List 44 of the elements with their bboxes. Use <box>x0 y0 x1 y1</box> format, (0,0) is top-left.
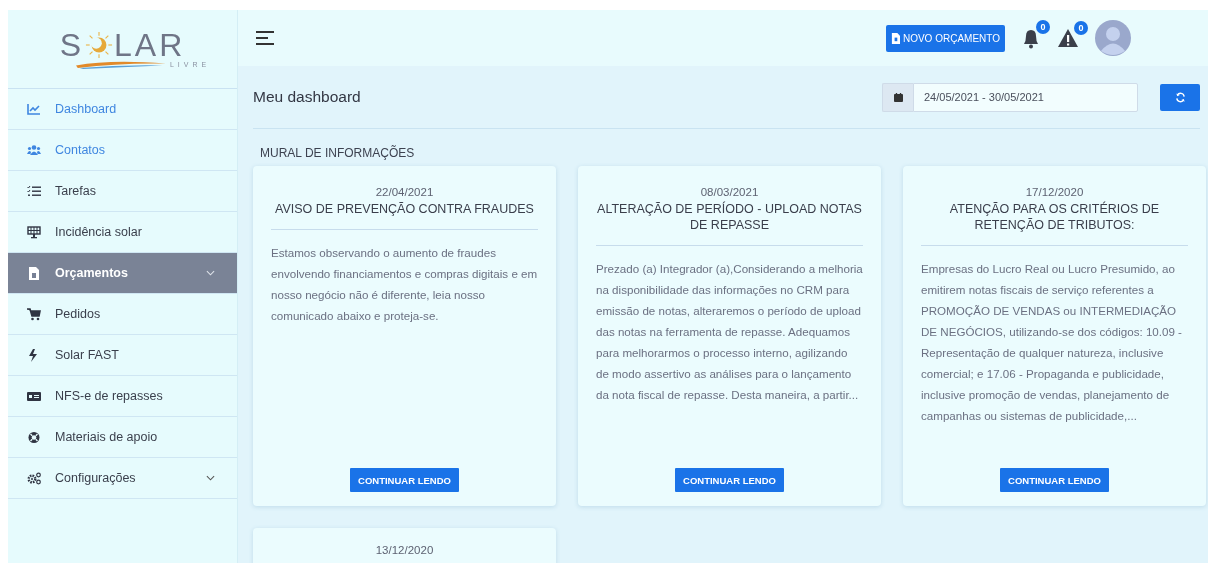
page-title: Meu dashboard <box>253 88 362 106</box>
document-icon <box>27 266 41 280</box>
date-range-field[interactable]: 24/05/2021 - 30/05/2021 <box>913 82 1138 112</box>
section-title: MURAL DE INFORMAÇÕES <box>260 146 416 160</box>
sidebar-item[interactable]: Solar FAST <box>8 335 237 376</box>
count-badge: 0 <box>1074 21 1088 35</box>
card-title: ATENÇÃO PARA OS CRITÉRIOS DE RETENÇÃO DE TRIBUTOS: <box>948 201 1161 233</box>
card-date: 17/12/2020 <box>1025 186 1084 198</box>
refresh-icon <box>1174 91 1186 103</box>
sidebar-item[interactable]: NFS-e de repasses <box>8 376 237 417</box>
solar-panel-icon <box>27 225 41 239</box>
sidebar-item[interactable]: Pedidos <box>8 294 237 335</box>
continue-reading-button[interactable]: CONTINUAR LENDO <box>350 468 459 492</box>
users-icon <box>27 143 41 157</box>
card-text: Prezado (a) Integrador (a),Considerando a melhoria na disponibilidade das informações no CRM para emissão de notas, alteraremos o período de upload das notas na ferramenta de repasse. Adequamos para melhorarmos o processo interno, agilizando de modo assertivo as análises para o lançamento da nota fiscal de repasse. Desta maneira, a partir... <box>596 261 863 403</box>
cart-icon <box>27 307 41 321</box>
sidebar-item[interactable]: Configurações <box>8 458 237 499</box>
card-date: 13/12/2020 <box>375 544 434 556</box>
new-quote-button[interactable]: NOVO ORÇAMENTO <box>885 24 1005 52</box>
card-title: ALTERAÇÃO DE PERÍODO - UPLOAD NOTAS DE REPASSE <box>596 201 863 233</box>
card-text: Empresas do Lucro Real ou Lucro Presumido, ao emitirem notas fiscais de serviço referentes a PROMOÇÃO DE VENDAS ou INTERMEDIAÇÃO DE NEGÓCIOS, utilizando-se dos códigos: 10.09 - Representação de qualquer natureza, inclusive comercial; e 17.06 - Propaganda e publicidade, inclusive promoção de vendas, planejamento de campanhas ou sistemas de publicidade,... <box>921 261 1183 424</box>
sidebar-item[interactable]: Orçamentos <box>8 253 237 294</box>
continue-reading-button[interactable]: CONTINUAR LENDO <box>1000 468 1109 492</box>
bell-icon[interactable] <box>1021 27 1041 49</box>
document-icon <box>890 32 900 44</box>
gears-icon <box>27 471 41 485</box>
card-icon <box>27 389 41 403</box>
refresh-button[interactable] <box>1160 83 1200 111</box>
card-date: 22/04/2021 <box>375 186 434 198</box>
sidebar-item[interactable]: Tarefas <box>8 171 237 212</box>
lifebuoy-icon <box>27 430 41 444</box>
sidebar-item[interactable]: Contatos <box>8 130 237 171</box>
card-date: 08/03/2021 <box>700 186 759 198</box>
calendar-icon <box>893 92 903 102</box>
chart-icon <box>27 102 41 116</box>
checklist-icon <box>27 184 41 198</box>
sidebar-item[interactable]: Materiais de apoio <box>8 417 237 458</box>
warning-icon[interactable] <box>1057 28 1079 48</box>
card-title: AVISO DE PREVENÇÃO CONTRA FRAUDES <box>275 201 534 217</box>
continue-reading-button[interactable]: CONTINUAR LENDO <box>675 468 784 492</box>
menu-icon[interactable] <box>256 31 274 45</box>
card-text: Estamos observando o aumento de fraudes envolvendo financiamentos e compras digitais e em nosso negócio não é diferente, leia nosso comunicado abaixo e proteja-se. <box>271 245 538 324</box>
sidebar-item[interactable]: Dashboard <box>8 89 237 130</box>
count-badge: 0 <box>1036 20 1050 34</box>
